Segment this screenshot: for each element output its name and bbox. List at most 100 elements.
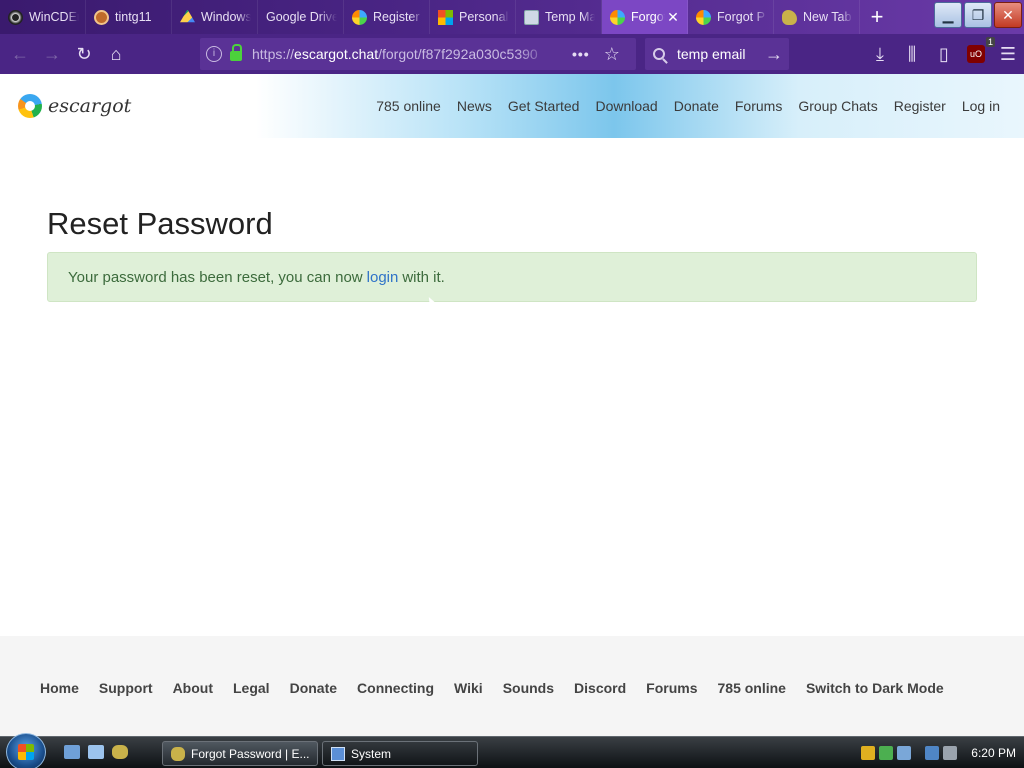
footer-sounds[interactable]: Sounds xyxy=(503,680,554,696)
search-go-arrow-icon[interactable]: → xyxy=(765,44,783,65)
wincdemu-icon xyxy=(8,9,23,25)
footer-online-count[interactable]: 785 online xyxy=(718,680,786,696)
url-bar[interactable]: i https://escargot.chat/forgot/f87f292a0… xyxy=(200,38,636,70)
navigation-toolbar: ← → ↻ ⌂ i https://escargot.chat/forgot/f… xyxy=(0,34,1024,74)
login-link[interactable]: login xyxy=(367,269,399,286)
tab-forgot-active[interactable]: Forgot ✕ xyxy=(602,0,688,34)
nav-news[interactable]: News xyxy=(457,98,492,114)
close-window-button[interactable]: ✕ xyxy=(994,2,1022,28)
escargot-icon xyxy=(610,9,625,25)
footer-discord[interactable]: Discord xyxy=(574,680,626,696)
alert-text-before: Your password has been reset, you can no… xyxy=(68,268,363,286)
bookmark-star-icon[interactable]: ☆ xyxy=(604,44,620,65)
tab-label: Forgot P xyxy=(717,10,765,24)
start-button[interactable] xyxy=(6,733,46,768)
update-icon[interactable] xyxy=(879,746,894,760)
nav-register[interactable]: Register xyxy=(894,98,946,114)
footer-home[interactable]: Home xyxy=(40,680,79,696)
footer-links: Home Support About Legal Donate Connecti… xyxy=(40,680,964,696)
page-title: Reset Password xyxy=(47,206,273,241)
nav-group-chats[interactable]: Group Chats xyxy=(798,98,877,114)
sidebar-icon[interactable]: ▯ xyxy=(928,38,960,70)
tint-icon xyxy=(94,9,109,25)
tab-forgot[interactable]: Forgot P xyxy=(688,0,774,34)
volume-muted-icon[interactable] xyxy=(943,746,958,760)
tab-new-tab[interactable]: New Tab xyxy=(774,0,860,34)
tab-label: Forgot xyxy=(631,10,665,24)
logo-text: escargot xyxy=(48,95,132,117)
browser-quicklaunch-icon[interactable] xyxy=(112,745,128,759)
nav-log-in[interactable]: Log in xyxy=(962,98,1000,114)
taskbar-button-label: Forgot Password | E... xyxy=(191,746,310,761)
ublock-button[interactable]: uO 1 xyxy=(960,37,995,70)
nav-donate[interactable]: Donate xyxy=(674,98,719,114)
ublock-count-badge: 1 xyxy=(985,37,995,47)
url-text[interactable]: https://escargot.chat/forgot/f87f292a030… xyxy=(252,46,552,62)
tab-label: tintg11 xyxy=(115,10,152,24)
restore-button[interactable]: ❐ xyxy=(964,2,992,28)
page-actions-icon[interactable]: ••• xyxy=(572,46,590,62)
switch-windows-icon[interactable] xyxy=(88,745,104,759)
window-controls: ▁ ❐ ✕ xyxy=(934,2,1022,28)
footer-dark-mode-toggle[interactable]: Switch to Dark Mode xyxy=(806,680,944,696)
footer-connecting[interactable]: Connecting xyxy=(357,680,434,696)
tab-register[interactable]: Register xyxy=(344,0,430,34)
tab-windows[interactable]: Windows xyxy=(172,0,258,34)
clock[interactable]: 6:20 PM xyxy=(971,746,1016,760)
menu-hamburger-icon[interactable]: ☰ xyxy=(992,38,1024,70)
home-icon[interactable]: ⌂ xyxy=(100,38,132,70)
footer-legal[interactable]: Legal xyxy=(233,680,270,696)
network-icon[interactable] xyxy=(925,746,940,760)
site-logo[interactable]: escargot xyxy=(18,94,131,118)
taskbar-system-button[interactable]: System xyxy=(322,741,478,766)
footer-about[interactable]: About xyxy=(173,680,213,696)
devices-icon[interactable] xyxy=(897,746,912,760)
escargot-icon xyxy=(696,9,711,25)
toolbar-tools: ⤓ ⫼ ▯ uO 1 ☰ xyxy=(864,37,1024,70)
web-page: escargot 785 online News Get Started Dow… xyxy=(0,74,1024,736)
lock-icon[interactable] xyxy=(230,44,242,61)
show-desktop-icon[interactable] xyxy=(64,745,80,759)
ublock-icon: uO 1 xyxy=(967,37,995,63)
system-tray: 6:20 PM xyxy=(861,737,1016,768)
search-input[interactable]: temp email xyxy=(677,46,745,62)
footer-wiki[interactable]: Wiki xyxy=(454,680,483,696)
library-icon[interactable]: ⫼ xyxy=(896,38,928,70)
tab-google-drive[interactable]: Google Drive xyxy=(258,0,344,34)
tab-tintg11[interactable]: tintg11 xyxy=(86,0,172,34)
reload-icon[interactable]: ↻ xyxy=(68,38,100,70)
tab-wincdemu[interactable]: WinCDEmu xyxy=(0,0,86,34)
nav-download[interactable]: Download xyxy=(595,98,657,114)
tab-label: Personal xyxy=(459,10,509,24)
nav-online-count[interactable]: 785 online xyxy=(376,98,441,114)
site-nav: 785 online News Get Started Download Don… xyxy=(360,74,1000,138)
footer-forums[interactable]: Forums xyxy=(646,680,697,696)
alert-text-after: with it. xyxy=(402,268,445,286)
info-icon[interactable]: i xyxy=(206,46,222,62)
security-shield-icon[interactable] xyxy=(861,746,876,760)
browser-icon xyxy=(171,746,185,761)
tab-label: WinCDEmu xyxy=(29,10,79,24)
tab-temp-mail[interactable]: Temp Mail xyxy=(516,0,602,34)
mail-icon xyxy=(524,9,539,25)
nav-forums[interactable]: Forums xyxy=(735,98,782,114)
taskbar-browser-button[interactable]: Forgot Password | E... xyxy=(162,741,318,766)
footer-support[interactable]: Support xyxy=(99,680,153,696)
footer-donate[interactable]: Donate xyxy=(290,680,337,696)
tab-label: Register xyxy=(373,10,420,24)
new-tab-button[interactable]: + xyxy=(860,0,894,34)
taskbar-button-label: System xyxy=(351,746,392,761)
tab-label: Google Drive xyxy=(266,10,337,24)
nav-get-started[interactable]: Get Started xyxy=(508,98,580,114)
minimize-button[interactable]: ▁ xyxy=(934,2,962,28)
forward-arrow-icon[interactable]: → xyxy=(36,38,68,70)
url-host: escargot.chat xyxy=(294,46,379,62)
tab-personal[interactable]: Personal xyxy=(430,0,516,34)
close-tab-icon[interactable]: ✕ xyxy=(665,9,681,26)
tab-label: New Tab xyxy=(803,10,852,24)
download-icon[interactable]: ⤓ xyxy=(864,38,896,70)
system-icon xyxy=(331,746,345,761)
back-arrow-icon[interactable]: ← xyxy=(4,38,36,70)
search-bar[interactable]: temp email → xyxy=(645,38,789,70)
tab-label: Windows xyxy=(201,10,251,24)
